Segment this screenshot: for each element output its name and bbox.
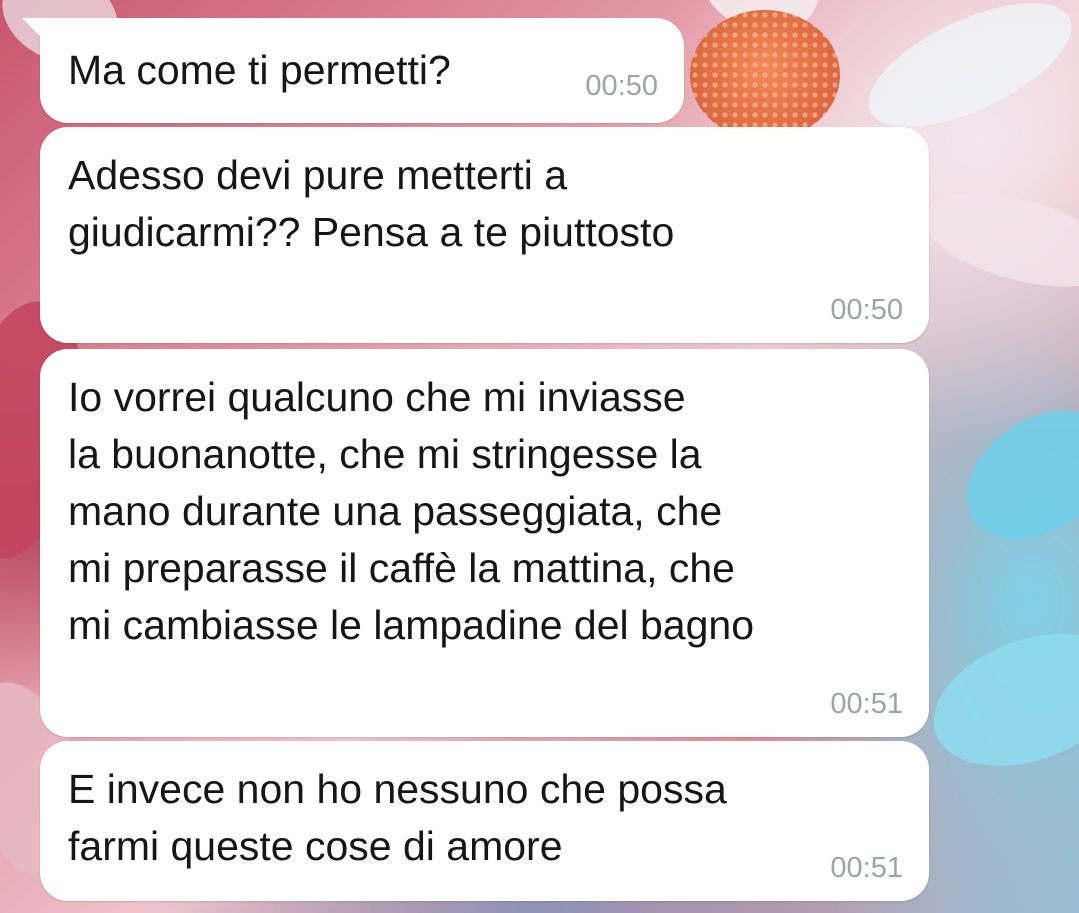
- message-bubble-2[interactable]: Adesso devi pure metterti a giudicarmi??…: [40, 127, 929, 343]
- message-text: E invece non ho nessuno che possa farmi …: [68, 766, 727, 869]
- message-timestamp: 00:50: [830, 294, 903, 326]
- message-timestamp: 00:50: [585, 70, 658, 102]
- message-bubble-3[interactable]: Io vorrei qualcuno che mi inviasse la bu…: [40, 349, 929, 737]
- chat-message-list[interactable]: Ma come ti permetti? 00:50 Adesso devi p…: [0, 0, 1079, 913]
- message-timestamp: 00:51: [830, 852, 903, 884]
- message-text: Adesso devi pure metterti a giudicarmi??…: [68, 152, 675, 255]
- message-bubble-4[interactable]: E invece non ho nessuno che possa farmi …: [40, 741, 929, 901]
- message-text: Io vorrei qualcuno che mi inviasse la bu…: [68, 374, 755, 648]
- message-bubble-1[interactable]: Ma come ti permetti? 00:50: [40, 18, 684, 123]
- message-timestamp: 00:51: [830, 688, 903, 720]
- message-text: Ma come ti permetti?: [68, 47, 451, 93]
